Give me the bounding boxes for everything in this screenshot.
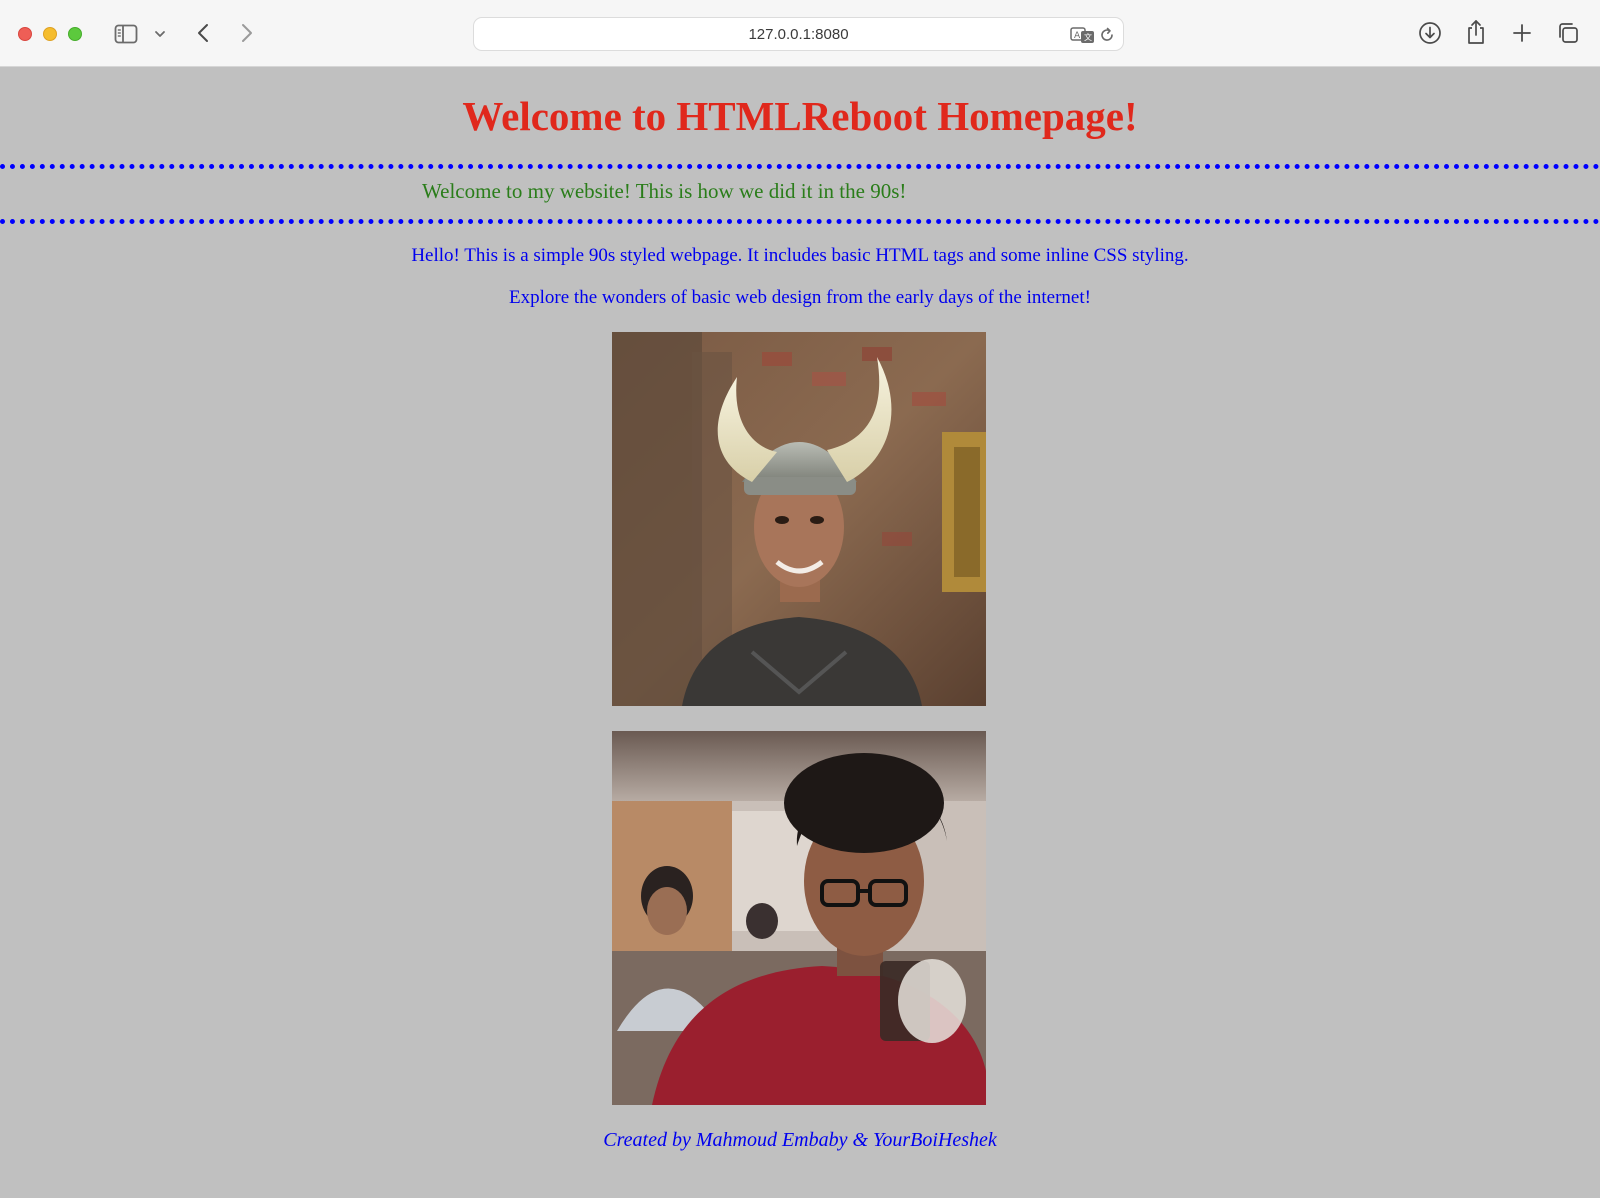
window-zoom-button[interactable] xyxy=(68,27,82,41)
viking-helmet-photo xyxy=(612,332,986,706)
footer-credit: Created by Mahmoud Embaby & YourBoiHeshe… xyxy=(603,1129,997,1151)
chevron-down-icon[interactable] xyxy=(153,27,167,41)
address-bar[interactable]: 127.0.0.1:8080 A 文 xyxy=(473,17,1124,51)
page-heading: Welcome to HTMLReboot Homepage! xyxy=(462,93,1138,139)
url-text[interactable]: 127.0.0.1:8080 xyxy=(474,18,1123,52)
tabs-icon[interactable] xyxy=(1555,20,1581,46)
window-minimize-button[interactable] xyxy=(43,27,57,41)
intro-paragraph: Hello! This is a simple 90s styled webpa… xyxy=(411,245,1189,266)
marquee-band: Welcome to my website! This is how we di… xyxy=(0,164,1600,224)
marquee-text: Welcome to my website! This is how we di… xyxy=(422,179,907,203)
window-close-button[interactable] xyxy=(18,27,32,41)
translate-icon[interactable]: A 文 xyxy=(1070,25,1096,45)
svg-text:文: 文 xyxy=(1084,32,1092,42)
chevron-left-icon[interactable] xyxy=(192,20,214,46)
explore-paragraph: Explore the wonders of basic web design … xyxy=(509,287,1091,308)
sidebar-icon[interactable] xyxy=(113,21,139,47)
chevron-right-icon[interactable] xyxy=(236,20,258,46)
download-icon[interactable] xyxy=(1417,20,1443,46)
page-content: Welcome to HTMLReboot Homepage! Welcome … xyxy=(0,67,1600,1198)
reload-icon[interactable] xyxy=(1098,26,1116,44)
svg-text:A: A xyxy=(1074,31,1081,41)
share-icon[interactable] xyxy=(1465,18,1487,46)
browser-toolbar: 127.0.0.1:8080 A 文 xyxy=(0,0,1600,67)
restaurant-photo xyxy=(612,731,986,1105)
plus-icon[interactable] xyxy=(1510,21,1534,45)
